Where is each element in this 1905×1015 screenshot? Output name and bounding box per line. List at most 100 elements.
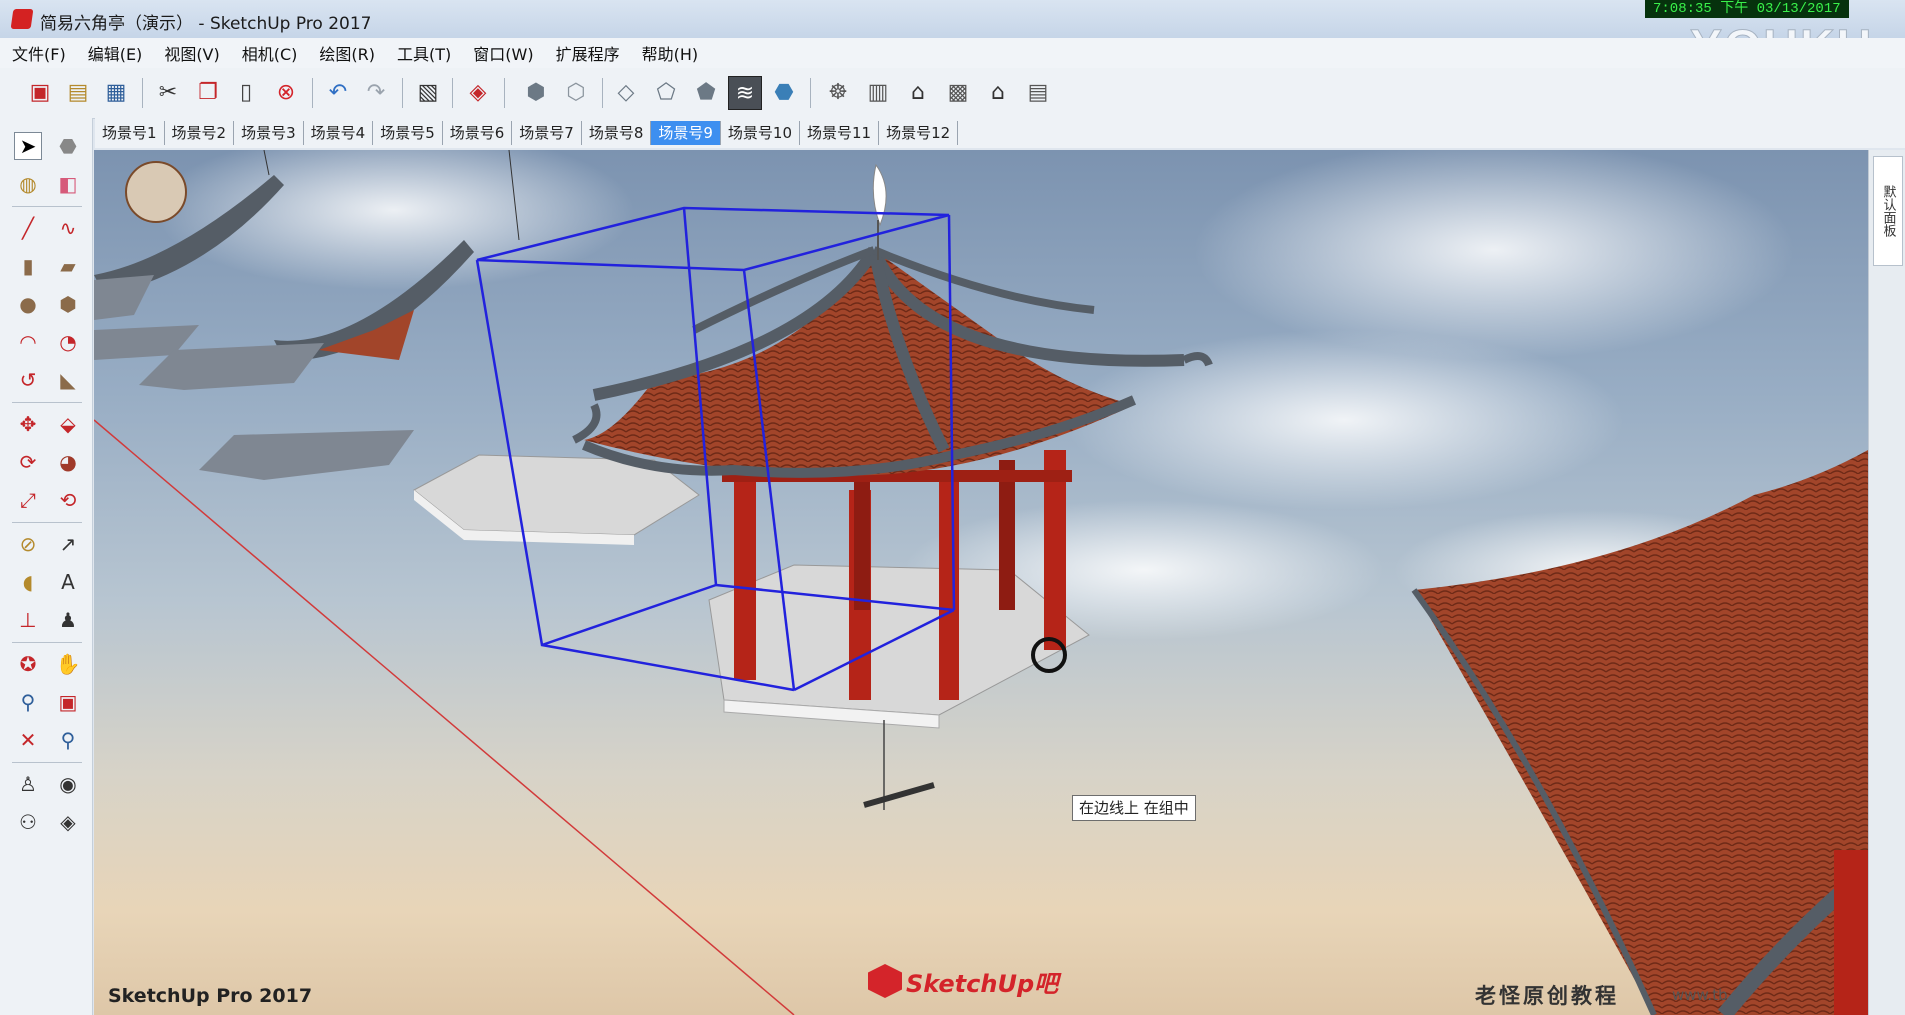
previous-view-icon[interactable]: ⚲ <box>54 726 82 754</box>
model-info-icon[interactable]: ◈ <box>464 78 492 106</box>
right-view-icon[interactable]: ⬠ <box>652 78 680 106</box>
protractor-icon[interactable]: ◖ <box>14 568 42 596</box>
follow-me-icon[interactable]: ◕ <box>54 448 82 476</box>
zoom-window-icon[interactable]: ▣ <box>54 688 82 716</box>
xray-icon[interactable]: ≋ <box>728 76 762 110</box>
menu-tools[interactable]: 工具(T) <box>397 41 451 65</box>
three-point-arc-icon[interactable]: ◣ <box>54 366 82 394</box>
circle-icon[interactable]: ● <box>14 290 42 318</box>
zoom-icon[interactable]: ⚲ <box>14 688 42 716</box>
axes-icon[interactable]: ⊥ <box>14 606 42 634</box>
tab-scene-9[interactable]: 场景号9 <box>651 121 721 145</box>
pillar <box>939 470 959 700</box>
left-toolbar-separator <box>12 642 82 643</box>
new-icon[interactable]: ▣ <box>26 78 54 106</box>
menu-view[interactable]: 视图(V) <box>164 41 219 65</box>
clock-overlay: 7:08:35 下午 03/13/2017 <box>1645 0 1849 18</box>
menu-extensions[interactable]: 扩展程序 <box>556 41 620 65</box>
pie-icon[interactable]: ◔ <box>54 328 82 356</box>
tab-scene-7[interactable]: 场景号7 <box>512 121 582 145</box>
extension-icon[interactable]: ▤ <box>1024 78 1052 106</box>
tab-scene-3[interactable]: 场景号3 <box>234 121 304 145</box>
undo-icon[interactable]: ↶ <box>324 78 352 106</box>
tab-scene-11[interactable]: 场景号11 <box>800 121 880 145</box>
eraser-icon[interactable]: ◧ <box>54 170 82 198</box>
freehand-icon[interactable]: ∿ <box>54 214 82 242</box>
polygon-icon[interactable]: ⬢ <box>54 290 82 318</box>
pillar <box>999 460 1015 610</box>
component-icon[interactable]: ⬣ <box>54 132 82 160</box>
print-icon[interactable]: ▧ <box>414 78 442 106</box>
offset-icon[interactable]: ⟲ <box>54 486 82 514</box>
tray-tab-default[interactable]: 默认面板 <box>1873 156 1903 266</box>
3d-text-icon[interactable]: ♟ <box>54 606 82 634</box>
zoom-extents-icon[interactable]: ✕ <box>14 726 42 754</box>
dimension-icon[interactable]: ↗ <box>54 530 82 558</box>
toolbar-separator <box>504 78 505 108</box>
tab-scene-12[interactable]: 场景号12 <box>879 121 959 145</box>
iso-view-icon[interactable]: ⬢ <box>522 78 550 106</box>
section-plane-icon[interactable]: ◈ <box>54 808 82 836</box>
top-view-icon[interactable]: ⬡ <box>562 78 590 106</box>
redo-icon[interactable]: ↷ <box>362 78 390 106</box>
paste-icon[interactable]: ▯ <box>232 78 260 106</box>
scale-icon[interactable]: ⤢ <box>14 486 42 514</box>
floating-slab <box>94 275 154 320</box>
components-icon[interactable]: ▥ <box>864 78 892 106</box>
house-icon[interactable]: ⌂ <box>904 78 932 106</box>
pillar <box>734 480 756 680</box>
tab-scene-4[interactable]: 场景号4 <box>304 121 374 145</box>
tape-measure-icon[interactable]: ⊘ <box>14 530 42 558</box>
share-icon[interactable]: ▩ <box>944 78 972 106</box>
tab-scene-10[interactable]: 场景号10 <box>721 121 801 145</box>
copy-icon[interactable]: ❐ <box>194 78 222 106</box>
menu-window[interactable]: 窗口(W) <box>473 41 533 65</box>
line-icon[interactable]: ╱ <box>14 214 42 242</box>
sketchup-bar-logo: SketchUp吧 <box>868 958 1058 1004</box>
menu-edit[interactable]: 编辑(E) <box>88 41 143 65</box>
rotated-rectangle-icon[interactable]: ▰ <box>54 252 82 280</box>
cut-icon[interactable]: ✂ <box>154 78 182 106</box>
pan-icon[interactable]: ✋ <box>54 650 82 678</box>
text-icon[interactable]: A <box>54 568 82 596</box>
menu-file[interactable]: 文件(F) <box>12 41 66 65</box>
shaded-icon[interactable]: ⬣ <box>770 78 798 106</box>
toolbar-separator <box>452 78 453 108</box>
left-toolbar-separator <box>12 522 82 523</box>
erase-icon[interactable]: ⊗ <box>272 78 300 106</box>
tab-scene-1[interactable]: 场景号1 <box>95 121 165 145</box>
viewport-app-label: SketchUp Pro 2017 <box>108 985 313 1007</box>
paint-bucket-icon[interactable]: ◍ <box>14 170 42 198</box>
menu-draw[interactable]: 绘图(R) <box>319 41 375 65</box>
rotate-icon[interactable]: ⟳ <box>14 448 42 476</box>
toolbar-separator <box>810 78 811 108</box>
tab-scene-5[interactable]: 场景号5 <box>373 121 443 145</box>
look-around-icon[interactable]: ◉ <box>54 770 82 798</box>
tray-tab-label: 默认面板 <box>1880 185 1896 237</box>
menu-help[interactable]: 帮助(H) <box>642 41 699 65</box>
position-camera-icon[interactable]: ♙ <box>14 770 42 798</box>
two-point-arc-icon[interactable]: ↺ <box>14 366 42 394</box>
pillar <box>854 470 870 610</box>
window-title: 简易六角亭（演示） - SketchUp Pro 2017 <box>40 14 372 34</box>
front-view-icon[interactable]: ◇ <box>612 78 640 106</box>
tab-scene-8[interactable]: 场景号8 <box>582 121 652 145</box>
arc-icon[interactable]: ◠ <box>14 328 42 356</box>
rectangle-icon[interactable]: ▮ <box>14 252 42 280</box>
menu-camera[interactable]: 相机(C) <box>242 41 298 65</box>
foreground-pillar <box>1834 850 1868 1015</box>
orbit-icon[interactable]: ✪ <box>14 650 42 678</box>
tab-scene-6[interactable]: 场景号6 <box>443 121 513 145</box>
back-view-icon[interactable]: ⬟ <box>692 78 720 106</box>
push-pull-icon[interactable]: ⬙ <box>54 410 82 438</box>
walk-icon[interactable]: ⚇ <box>14 808 42 836</box>
move-icon[interactable]: ✥ <box>14 410 42 438</box>
save-icon[interactable]: ▦ <box>102 78 130 106</box>
tab-scene-2[interactable]: 场景号2 <box>165 121 235 145</box>
model-viewport[interactable] <box>94 150 1868 1015</box>
select-icon[interactable]: ➤ <box>14 132 42 160</box>
open-icon[interactable]: ▤ <box>64 78 92 106</box>
home-icon[interactable]: ⌂ <box>984 78 1012 106</box>
title-bar: 简易六角亭（演示） - SketchUp Pro 2017 7:08:35 下午… <box>0 0 1905 75</box>
warehouse-icon[interactable]: ☸ <box>824 78 852 106</box>
